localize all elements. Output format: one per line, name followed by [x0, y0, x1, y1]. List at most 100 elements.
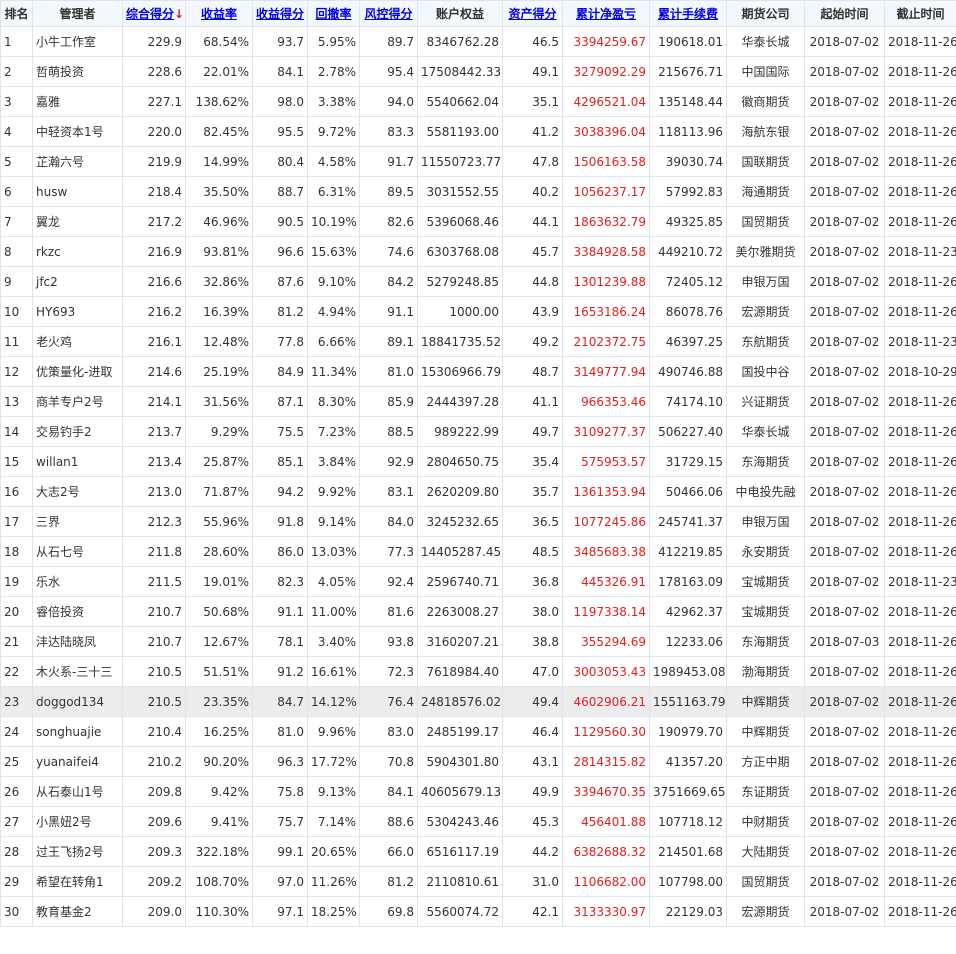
cell-manager: 翼龙 [32, 206, 123, 237]
cell-equity: 15306966.79 [417, 356, 503, 387]
table-row[interactable]: 29 希望在转角1 209.2 108.70% 97.0 11.26% 81.2 211081… [0, 866, 956, 897]
table-row[interactable]: 4 中轻资本1号 220.0 82.45% 95.5 9.72% 83.3 5581193.0… [0, 116, 956, 147]
cell-broker: 永安期货 [726, 536, 805, 567]
column-header-fees[interactable]: 累计手续费 [649, 0, 727, 27]
sort-link-return_score[interactable]: 收益得分 [256, 7, 304, 21]
column-header-risk_score[interactable]: 风控得分 [359, 0, 418, 27]
table-row[interactable]: 25 yuanaifei4 210.2 90.20% 96.3 17.72% 70.8 590… [0, 746, 956, 777]
cell-risk_score: 83.1 [359, 476, 418, 507]
column-header-return_rate[interactable]: 收益率 [185, 0, 253, 27]
cell-equity: 3031552.55 [417, 176, 503, 207]
table-row[interactable]: 27 小黑妞2号 209.6 9.41% 75.7 7.14% 88.6 5304243.46… [0, 806, 956, 837]
cell-return_score: 78.1 [252, 626, 308, 657]
table-row[interactable]: 14 交易钓手2 213.7 9.29% 75.5 7.23% 88.5 989222.99 4… [0, 416, 956, 447]
cell-risk_score: 83.3 [359, 116, 418, 147]
table-row[interactable]: 3 嘉雅 227.1 138.62% 98.0 3.38% 94.0 5540662.04 35… [0, 86, 956, 117]
cell-broker: 宝城期货 [726, 566, 805, 597]
cell-return_score: 94.2 [252, 476, 308, 507]
table-row[interactable]: 28 过王飞扬2号 209.3 322.18% 99.1 20.65% 66.0 651611… [0, 836, 956, 867]
cell-asset_score: 49.7 [502, 416, 563, 447]
table-row[interactable]: 23 doggod134 210.5 23.35% 84.7 14.12% 76.4 2481… [0, 686, 956, 717]
table-row[interactable]: 12 优策量化-进取 214.6 25.19% 84.9 11.34% 81.0 153069… [0, 356, 956, 387]
table-row[interactable]: 16 大志2号 213.0 71.87% 94.2 9.92% 83.1 2620209.80… [0, 476, 956, 507]
table-row[interactable]: 13 商羊专户2号 214.1 31.56% 87.1 8.30% 85.9 2444397.… [0, 386, 956, 417]
cell-broker: 宏源期货 [726, 296, 805, 327]
sort-desc-arrow-icon[interactable]: ↓ [174, 7, 184, 21]
sort-link-fees[interactable]: 累计手续费 [658, 7, 718, 21]
sort-link-asset_score[interactable]: 资产得分 [508, 7, 556, 21]
cell-asset_score: 38.8 [502, 626, 563, 657]
table-row[interactable]: 26 从石泰山1号 209.8 9.42% 75.8 9.13% 84.1 40605679.… [0, 776, 956, 807]
table-row[interactable]: 1 小牛工作室 229.9 68.54% 93.7 5.95% 89.7 8346762.28… [0, 26, 956, 57]
table-row[interactable]: 15 willan1 213.4 25.87% 85.1 3.84% 92.9 2804650… [0, 446, 956, 477]
cell-drawdown: 5.95% [307, 26, 360, 57]
sort-link-total_score[interactable]: 综合得分 [126, 7, 174, 21]
cell-risk_score: 84.1 [359, 776, 418, 807]
cell-end: 2018-11-26 [884, 116, 956, 147]
cell-risk_score: 92.9 [359, 446, 418, 477]
cell-return_score: 98.0 [252, 86, 308, 117]
cell-return_score: 77.8 [252, 326, 308, 357]
table-row[interactable]: 30 教育基金2 209.0 110.30% 97.1 18.25% 69.8 5560074… [0, 896, 956, 927]
table-row[interactable]: 10 HY693 216.2 16.39% 81.2 4.94% 91.1 1000.00 43… [0, 296, 956, 327]
cell-asset_score: 45.7 [502, 236, 563, 267]
cell-equity: 6303768.08 [417, 236, 503, 267]
cell-start: 2018-07-02 [804, 656, 885, 687]
sort-link-risk_score[interactable]: 风控得分 [364, 7, 412, 21]
cell-start: 2018-07-02 [804, 896, 885, 927]
column-header-drawdown[interactable]: 回撤率 [307, 0, 360, 27]
cell-return_score: 97.1 [252, 896, 308, 927]
column-header-net_profit[interactable]: 累计净盈亏 [562, 0, 650, 27]
column-header-total_score[interactable]: 综合得分↓ [122, 0, 186, 27]
table-row[interactable]: 9 jfc2 216.6 32.86% 87.6 9.10% 84.2 5279248.85 4… [0, 266, 956, 297]
table-row[interactable]: 17 三界 212.3 55.96% 91.8 9.14% 84.0 3245232.65 36… [0, 506, 956, 537]
cell-risk_score: 66.0 [359, 836, 418, 867]
table-row[interactable]: 11 老火鸡 216.1 12.48% 77.8 6.66% 89.1 18841735.52… [0, 326, 956, 357]
cell-net_profit: 3038396.04 [562, 116, 650, 147]
cell-end: 2018-11-26 [884, 416, 956, 447]
cell-drawdown: 8.30% [307, 386, 360, 417]
sort-link-return_rate[interactable]: 收益率 [201, 7, 237, 21]
cell-manager: yuanaifei4 [32, 746, 123, 777]
cell-net_profit: 1106682.00 [562, 866, 650, 897]
table-row[interactable]: 5 芷瀚六号 219.9 14.99% 80.4 4.58% 91.7 11550723.77… [0, 146, 956, 177]
cell-return_score: 91.1 [252, 596, 308, 627]
table-row[interactable]: 21 沣达陆晓凤 210.7 12.67% 78.1 3.40% 93.8 3160207.2… [0, 626, 956, 657]
cell-risk_score: 94.0 [359, 86, 418, 117]
cell-equity: 2263008.27 [417, 596, 503, 627]
cell-fees: 1551163.79 [649, 686, 727, 717]
table-row[interactable]: 22 木火系-三十三 210.5 51.51% 91.2 16.61% 72.3 761898… [0, 656, 956, 687]
cell-total_score: 213.7 [122, 416, 186, 447]
column-header-asset_score[interactable]: 资产得分 [502, 0, 563, 27]
table-row[interactable]: 24 songhuajie 210.4 16.25% 81.0 9.96% 83.0 2485… [0, 716, 956, 747]
cell-fees: 1989453.08 [649, 656, 727, 687]
cell-manager: 小黑妞2号 [32, 806, 123, 837]
cell-return_score: 93.7 [252, 26, 308, 57]
cell-total_score: 209.2 [122, 866, 186, 897]
table-row[interactable]: 8 rkzc 216.9 93.81% 96.6 15.63% 74.6 6303768.08… [0, 236, 956, 267]
cell-return_score: 75.8 [252, 776, 308, 807]
cell-start: 2018-07-02 [804, 206, 885, 237]
cell-manager: doggod134 [32, 686, 123, 717]
cell-fees: 31729.15 [649, 446, 727, 477]
column-header-return_score[interactable]: 收益得分 [252, 0, 308, 27]
table-row[interactable]: 2 哲萌投资 228.6 22.01% 84.1 2.78% 95.4 17508442.33… [0, 56, 956, 87]
sort-link-net_profit[interactable]: 累计净盈亏 [576, 7, 636, 21]
cell-asset_score: 47.8 [502, 146, 563, 177]
cell-total_score: 209.6 [122, 806, 186, 837]
cell-risk_score: 69.8 [359, 896, 418, 927]
sort-link-drawdown[interactable]: 回撤率 [315, 7, 351, 21]
cell-equity: 14405287.45 [417, 536, 503, 567]
cell-asset_score: 41.1 [502, 386, 563, 417]
cell-drawdown: 9.13% [307, 776, 360, 807]
cell-risk_score: 89.1 [359, 326, 418, 357]
table-row[interactable]: 7 翼龙 217.2 46.96% 90.5 10.19% 82.6 5396068.46 44… [0, 206, 956, 237]
cell-asset_score: 49.2 [502, 326, 563, 357]
cell-return_score: 95.5 [252, 116, 308, 147]
cell-total_score: 217.2 [122, 206, 186, 237]
table-row[interactable]: 20 睿倍投资 210.7 50.68% 91.1 11.00% 81.6 2263008.2… [0, 596, 956, 627]
table-row[interactable]: 18 从石七号 211.8 28.60% 86.0 13.03% 77.3 14405287.… [0, 536, 956, 567]
table-row[interactable]: 6 husw 218.4 35.50% 88.7 6.31% 89.5 3031552.55 4… [0, 176, 956, 207]
table-row[interactable]: 19 乐水 211.5 19.01% 82.3 4.05% 92.4 2596740.71 36… [0, 566, 956, 597]
cell-drawdown: 9.96% [307, 716, 360, 747]
